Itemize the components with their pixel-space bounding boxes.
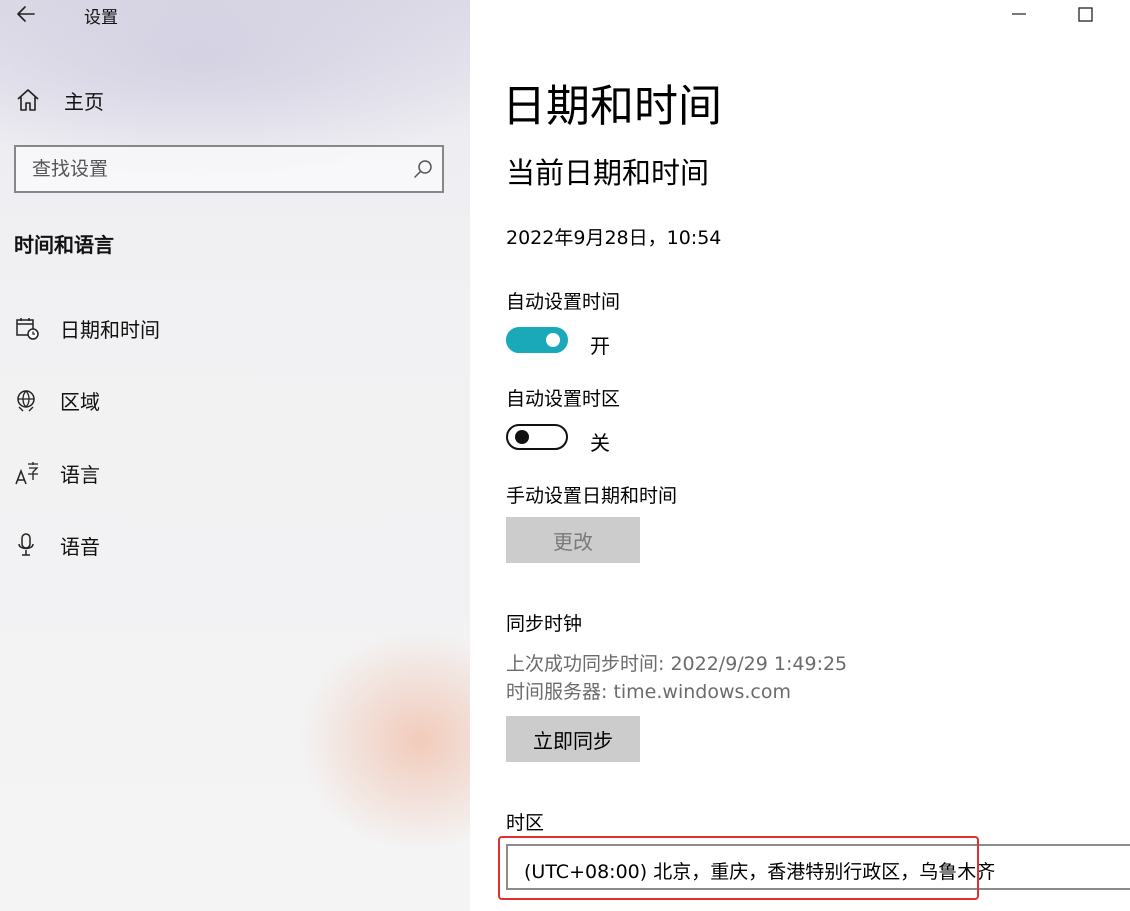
sidebar-item-date-time[interactable]: 日期和时间: [14, 310, 160, 346]
sidebar-item-home[interactable]: 主页: [14, 82, 104, 118]
back-arrow-icon[interactable]: [12, 2, 40, 26]
search-box[interactable]: [14, 145, 444, 193]
sidebar-home-label: 主页: [64, 89, 104, 114]
minimize-icon[interactable]: [996, 0, 1042, 30]
globe-icon: [17, 390, 35, 412]
auto-timezone-toggle[interactable]: [506, 424, 568, 450]
page-title: 日期和时间: [502, 81, 722, 132]
change-button[interactable]: 更改: [506, 517, 640, 563]
time-server-text: 时间服务器: time.windows.com: [506, 681, 792, 703]
toggle-knob: [515, 430, 529, 444]
toggle-knob: [546, 333, 560, 347]
auto-time-toggle[interactable]: [506, 327, 568, 353]
home-icon: [17, 89, 39, 111]
auto-timezone-label: 自动设置时区: [506, 388, 621, 410]
language-icon: [15, 462, 39, 485]
auto-timezone-state: 关: [590, 431, 610, 455]
timezone-select[interactable]: (UTC+08:00) 北京，重庆，香港特别行政区，乌鲁木齐: [506, 844, 1130, 890]
current-datetime: 2022年9月28日，10:54: [506, 227, 722, 249]
calendar-clock-icon: [16, 318, 39, 340]
manual-datetime-label: 手动设置日期和时间: [506, 485, 678, 507]
sidebar: 设置 主页 时间和语言 日期和时间 区域: [0, 0, 470, 911]
sidebar-item-label: 日期和时间: [60, 317, 160, 342]
search-icon[interactable]: [412, 158, 434, 180]
maximize-icon[interactable]: [1063, 0, 1109, 30]
sidebar-item-language[interactable]: 语言: [14, 455, 100, 491]
timezone-label: 时区: [506, 812, 545, 834]
last-sync-text: 上次成功同步时间: 2022/9/29 1:49:25: [506, 653, 848, 675]
main-panel: 日期和时间 当前日期和时间 2022年9月28日，10:54 自动设置时间 开 …: [470, 0, 1130, 911]
sidebar-item-label: 区域: [60, 389, 100, 414]
app-title: 设置: [84, 8, 118, 28]
section-title-current: 当前日期和时间: [506, 156, 710, 190]
auto-time-state: 开: [590, 334, 610, 358]
sidebar-item-region[interactable]: 区域: [14, 382, 100, 418]
auto-time-label: 自动设置时间: [506, 291, 621, 313]
sync-clock-label: 同步时钟: [506, 613, 583, 635]
search-input[interactable]: [16, 147, 412, 191]
sidebar-item-label: 语音: [60, 534, 100, 559]
sync-now-button[interactable]: 立即同步: [506, 716, 640, 762]
sidebar-section-title: 时间和语言: [14, 233, 114, 257]
timezone-value: (UTC+08:00) 北京，重庆，香港特别行政区，乌鲁木齐: [524, 861, 996, 883]
sidebar-item-label: 语言: [60, 462, 100, 487]
microphone-icon: [18, 533, 34, 556]
sidebar-item-speech[interactable]: 语音: [14, 527, 100, 563]
